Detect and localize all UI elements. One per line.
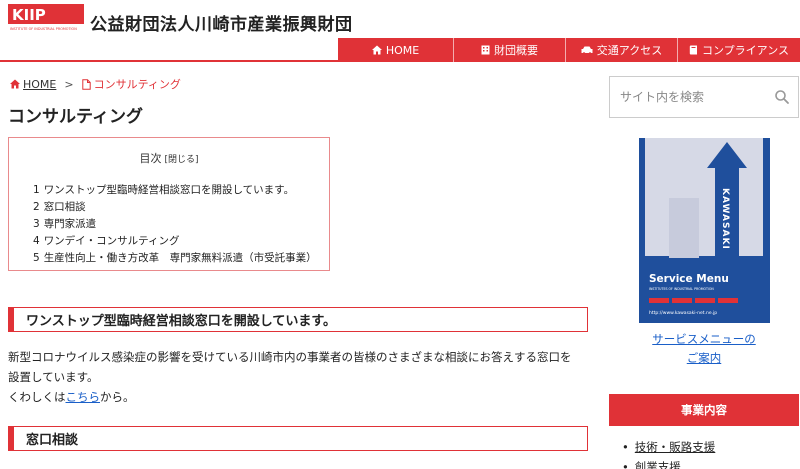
nav-label-home: HOME	[385, 43, 420, 57]
logo-text: KIIP	[12, 6, 46, 24]
section-paragraph: 新型コロナウイルス感染症の影響を受けている川崎市内の事業者の皆様のさまざまな相談…	[8, 347, 588, 407]
business-item-label: 技術・販路支援	[634, 440, 716, 454]
service-menu-banner[interactable]: KAWASAKI Service Menu INSTITUTES OF INDU…	[639, 138, 770, 323]
toc-item[interactable]: 4 ワンデイ・コンサルティング	[33, 233, 329, 250]
nav-label-compliance: コンプライアンス	[701, 44, 789, 57]
toc-header: 目次 [閉じる]	[9, 150, 329, 166]
toc-item-number: 2	[33, 201, 40, 213]
logo-subtext: INSTITUTE OF INDUSTRIAL PROMOTION	[10, 27, 77, 31]
bullet-icon: •	[622, 460, 629, 469]
breadcrumb-current: コンサルティング	[93, 78, 181, 91]
breadcrumb-home-link[interactable]: HOME	[23, 78, 56, 91]
toc-item-number: 3	[33, 218, 40, 230]
site-header: KIIP INSTITUTE OF INDUSTRIAL PROMOTION 公…	[0, 0, 800, 38]
search-input[interactable]	[610, 77, 770, 117]
nav-label-about: 財団概要	[494, 44, 538, 57]
bullet-icon: •	[622, 440, 629, 454]
table-of-contents: 目次 [閉じる] 1 ワンストップ型臨時経営相談窓口を開設しています。 2 窓口相談 …	[8, 137, 330, 271]
breadcrumb-separator: >	[64, 77, 74, 91]
document-icon	[81, 78, 91, 90]
service-link-line1[interactable]: サービスメニューの	[652, 332, 756, 346]
global-nav: HOME 財団概要 交通アクセス コンプライアンス	[0, 38, 800, 62]
toc-item[interactable]: 3 専門家派遣	[33, 216, 329, 233]
book-icon	[689, 45, 697, 55]
toc-item-number: 5	[33, 252, 40, 264]
car-icon	[581, 46, 593, 55]
home-icon	[371, 45, 382, 55]
toc-item-label: 窓口相談	[43, 201, 86, 213]
toc-item-label: ワンデイ・コンサルティング	[43, 235, 180, 247]
paragraph-line: 新型コロナウイルス感染症の影響を受けている川崎市内の事業者の皆様のさまざまな相談…	[8, 350, 572, 364]
service-menu-link[interactable]: サービスメニューの ご案内	[609, 330, 799, 368]
service-link-line2[interactable]: ご案内	[687, 351, 722, 365]
section-heading-window: 窓口相談	[8, 426, 588, 451]
toc-item-number: 4	[33, 235, 40, 247]
business-list: • 技術・販路支援 • 創業支援	[622, 437, 715, 469]
paragraph-suffix: から。	[100, 390, 135, 404]
toc-item-label: 生産性向上・働き方改革 専門家無料派遣（市受託事業）	[43, 252, 317, 264]
business-item[interactable]: • 技術・販路支援	[622, 437, 715, 457]
banner-title: Service Menu	[649, 273, 729, 285]
nav-item-about[interactable]: 財団概要	[453, 38, 565, 62]
business-item-label: 創業支援	[634, 460, 681, 469]
nav-bar: HOME 財団概要 交通アクセス コンプライアンス	[338, 38, 800, 62]
banner-url: http://www.kawasaki-net.ne.jp	[649, 310, 717, 316]
details-link[interactable]: こちら	[66, 390, 101, 404]
page-title: コンサルティング	[8, 107, 143, 127]
org-name[interactable]: 公益財団法人川崎市産業振興財団	[90, 10, 353, 35]
toc-item[interactable]: 2 窓口相談	[33, 199, 329, 216]
toc-item-number: 1	[33, 184, 40, 196]
business-item[interactable]: • 創業支援	[622, 457, 715, 469]
toc-title: 目次	[139, 152, 162, 165]
nav-label-access: 交通アクセス	[596, 44, 663, 57]
nav-item-home[interactable]: HOME	[338, 38, 453, 62]
paragraph-line: 設置しています。	[8, 370, 99, 384]
toc-item-label: ワンストップ型臨時経営相談窓口を開設しています。	[43, 184, 295, 196]
nav-item-compliance[interactable]: コンプライアンス	[677, 38, 800, 62]
toc-toggle-button[interactable]: [閉じる]	[164, 155, 198, 165]
search-icon[interactable]	[774, 89, 790, 105]
kiip-logo[interactable]: KIIP INSTITUTE OF INDUSTRIAL PROMOTION	[8, 4, 84, 32]
breadcrumb: HOME > コンサルティング	[10, 76, 181, 92]
section-heading-onestop: ワンストップ型臨時経営相談窓口を開設しています。	[8, 307, 588, 332]
business-heading: 事業内容	[609, 394, 799, 426]
banner-subtitle: INSTITUTES OF INDUSTRIAL PROMOTION	[649, 287, 714, 291]
paragraph-prefix: くわしくは	[8, 390, 66, 404]
paragraph-line: くわしくはこちらから。	[8, 387, 588, 407]
toc-item[interactable]: 5 生産性向上・働き方改革 専門家無料派遣（市受託事業）	[33, 250, 329, 267]
building-icon	[481, 45, 490, 55]
site-search	[609, 76, 799, 118]
nav-item-access[interactable]: 交通アクセス	[565, 38, 677, 62]
toc-list: 1 ワンストップ型臨時経営相談窓口を開設しています。 2 窓口相談 3 専門家派遣 4…	[9, 182, 329, 267]
toc-item[interactable]: 1 ワンストップ型臨時経営相談窓口を開設しています。	[33, 182, 329, 199]
banner-vertical-text: KAWASAKI	[720, 188, 730, 250]
toc-item-label: 専門家派遣	[43, 218, 97, 230]
home-icon	[10, 79, 20, 89]
